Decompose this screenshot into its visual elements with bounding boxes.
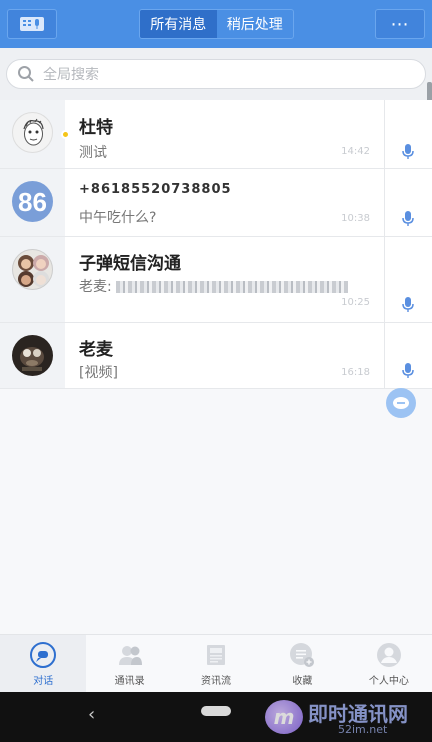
profile-icon (376, 642, 401, 667)
contacts-card-icon (20, 17, 44, 31)
conversation-row[interactable]: 子弹短信沟通 老麦: 10:25 (0, 237, 432, 323)
watermark-logo: m (265, 700, 303, 734)
message-preview: 中午吃什么? (79, 210, 157, 226)
search-icon (18, 66, 34, 82)
conversation-row[interactable]: 老麦 [视频] 16:18 (0, 323, 432, 389)
conversation-row[interactable]: 86 +86185520738805 中午吃什么? 10:38 (0, 169, 432, 237)
nav-news[interactable]: 资讯流 (173, 635, 259, 692)
photo-avatar[interactable] (12, 335, 53, 376)
contacts-icon (118, 645, 142, 665)
nav-label: 资讯流 (201, 675, 232, 687)
contact-name: 杜特 (79, 118, 113, 138)
contact-name: +86185520738805 (79, 182, 232, 197)
chat-bubble-icon (393, 397, 409, 409)
news-icon (207, 644, 226, 665)
message-preview: 老麦: (79, 276, 349, 296)
search-input[interactable]: 全局搜索 (6, 59, 426, 89)
voice-mic-icon[interactable] (402, 144, 414, 160)
contacts-card-button[interactable] (7, 9, 57, 39)
number-86-avatar[interactable]: 86 (12, 181, 53, 222)
voice-mic-icon[interactable] (402, 363, 414, 379)
nav-favorites[interactable]: 收藏 (259, 635, 345, 692)
svg-text:86: 86 (18, 187, 47, 217)
nav-label: 收藏 (292, 675, 313, 687)
back-icon[interactable]: ‹ (88, 704, 95, 725)
top-bar: 所有消息 稍后处理 ⋯ (0, 0, 432, 48)
more-icon: ⋯ (390, 13, 410, 35)
tab-later[interactable]: 稍后处理 (217, 10, 294, 38)
blurred-message (116, 281, 349, 293)
favorites-icon (290, 642, 315, 667)
sketch-face-avatar[interactable] (12, 112, 53, 153)
nav-label: 个人中心 (368, 675, 409, 687)
timestamp: 14:42 (341, 146, 370, 157)
conversation-list: 杜特 测试 14:42 86 +86185520738805 中午吃什么? 10… (0, 100, 432, 389)
conversation-row[interactable]: 杜特 测试 14:42 (0, 100, 432, 169)
chat-icon (30, 641, 57, 668)
unread-dot (61, 130, 70, 139)
tab-all-messages[interactable]: 所有消息 (140, 10, 217, 38)
home-pill[interactable] (201, 706, 231, 716)
nav-contacts[interactable]: 通讯录 (86, 635, 172, 692)
bottom-nav: 对话 通讯录 资讯流 收藏 个人中心 (0, 634, 432, 692)
group-avatar[interactable] (12, 249, 53, 290)
watermark-url: 52im.net (338, 723, 388, 736)
contact-name: 老麦 (79, 340, 113, 360)
timestamp: 10:25 (341, 297, 370, 308)
more-button[interactable]: ⋯ (375, 9, 425, 39)
search-placeholder: 全局搜索 (43, 67, 99, 83)
new-message-button[interactable] (386, 388, 416, 418)
message-preview: [视频] (79, 365, 118, 381)
timestamp: 16:18 (341, 367, 370, 378)
system-nav-bar: ‹ m 即时通讯网 52im.net (0, 692, 432, 742)
nav-label: 通讯录 (114, 675, 145, 687)
group-name: 子弹短信沟通 (79, 254, 181, 274)
nav-chat[interactable]: 对话 (0, 635, 87, 692)
timestamp: 10:38 (341, 213, 370, 224)
voice-mic-icon[interactable] (402, 297, 414, 313)
message-preview: 测试 (79, 145, 107, 161)
search-bar-area: 全局搜索 (0, 48, 432, 100)
nav-profile[interactable]: 个人中心 (346, 635, 432, 692)
preview-sender: 老麦: (79, 279, 112, 295)
nav-label: 对话 (33, 675, 54, 687)
message-filter-segmented: 所有消息 稍后处理 (139, 9, 294, 39)
voice-mic-icon[interactable] (402, 211, 414, 227)
